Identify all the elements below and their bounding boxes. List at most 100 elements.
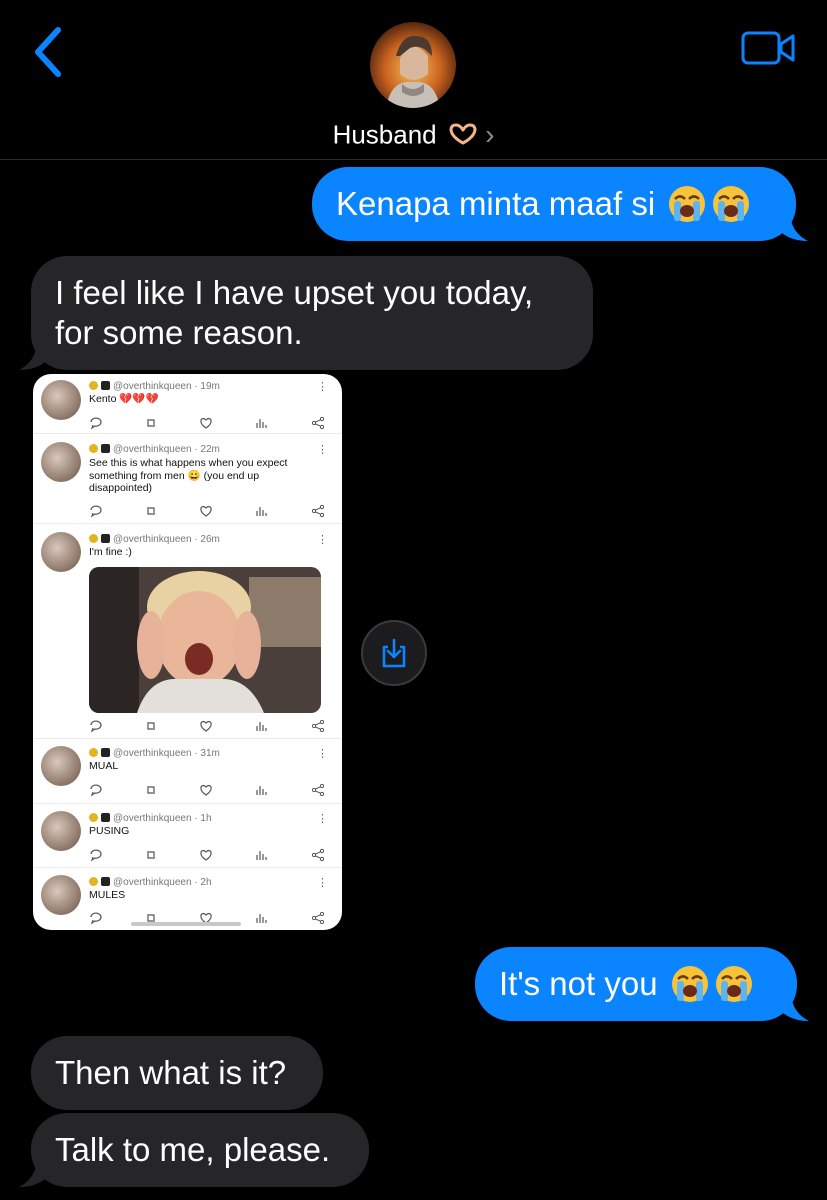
reply-icon bbox=[89, 416, 103, 430]
like-icon bbox=[199, 848, 213, 862]
tweet-time: · 31m bbox=[194, 748, 220, 759]
lock-icon bbox=[101, 748, 110, 757]
tweet-handle: @overthinkqueen bbox=[113, 813, 192, 824]
like-icon bbox=[199, 504, 213, 518]
tweet-time: · 22m bbox=[194, 444, 220, 455]
more-icon: ⋮ bbox=[317, 381, 328, 393]
lock-icon bbox=[101, 534, 110, 543]
chevron-left-icon bbox=[35, 27, 61, 77]
tweet-row: @overthinkqueen · 1h ⋮ PUSING bbox=[33, 805, 342, 868]
tweet-actions bbox=[89, 504, 329, 518]
lock-icon bbox=[101, 813, 110, 822]
message-bubble-received[interactable]: Talk to me, please. bbox=[19, 1113, 369, 1187]
retweet-icon bbox=[144, 719, 158, 733]
views-icon bbox=[254, 504, 268, 518]
sunflower-icon bbox=[89, 748, 98, 757]
tweet-photo bbox=[89, 567, 321, 713]
more-icon: ⋮ bbox=[317, 877, 328, 889]
reply-icon bbox=[89, 911, 103, 925]
home-indicator bbox=[131, 922, 241, 926]
reply-icon bbox=[89, 504, 103, 518]
lock-icon bbox=[101, 877, 110, 886]
tweet-time: · 26m bbox=[194, 534, 220, 545]
heart-hands-icon bbox=[449, 123, 477, 145]
tweet-avatar bbox=[41, 380, 81, 420]
tweet-avatar bbox=[41, 746, 81, 786]
message-text-line-2: for some reason. bbox=[55, 314, 303, 351]
download-icon bbox=[382, 638, 406, 668]
contact-avatar[interactable] bbox=[370, 22, 456, 108]
reply-icon bbox=[89, 848, 103, 862]
share-icon bbox=[311, 783, 325, 797]
share-icon bbox=[311, 719, 325, 733]
tweet-avatar bbox=[41, 875, 81, 915]
tweet-time: · 19m bbox=[194, 381, 220, 392]
tweet-row: @overthinkqueen · 22m ⋮ See this is what… bbox=[33, 435, 342, 524]
save-image-button[interactable] bbox=[361, 620, 427, 686]
bubble-tail bbox=[782, 215, 808, 241]
back-button[interactable] bbox=[28, 24, 68, 80]
views-icon bbox=[254, 719, 268, 733]
tweet-row: @overthinkqueen · 31m ⋮ MUAL bbox=[33, 740, 342, 804]
share-icon bbox=[311, 416, 325, 430]
more-icon: ⋮ bbox=[317, 444, 328, 456]
retweet-icon bbox=[144, 848, 158, 862]
lock-icon bbox=[101, 381, 110, 390]
share-icon bbox=[311, 848, 325, 862]
tweet-actions bbox=[89, 416, 329, 430]
message-text: Kenapa minta maaf si bbox=[336, 185, 656, 222]
share-icon bbox=[311, 911, 325, 925]
message-bubble-received[interactable]: I feel like I have upset you today, for … bbox=[19, 256, 593, 370]
loudly-crying-face-icon bbox=[669, 186, 706, 222]
tweet-row: @overthinkqueen · 19m ⋮ Kento 💔💔💔 bbox=[33, 374, 342, 434]
message-bubble-sent[interactable]: Kenapa minta maaf si bbox=[312, 167, 808, 241]
tweet-handle: @overthinkqueen bbox=[113, 444, 192, 455]
loudly-crying-face-icon bbox=[713, 186, 750, 222]
bubble-tail bbox=[783, 995, 809, 1021]
tweet-handle: @overthinkqueen bbox=[113, 748, 192, 759]
tweet-text: PUSING bbox=[89, 825, 130, 837]
tweet-actions bbox=[89, 848, 329, 862]
tweet-handle: @overthinkqueen bbox=[113, 877, 192, 888]
tweet-handle: @overthinkqueen bbox=[113, 534, 192, 545]
like-icon bbox=[199, 416, 213, 430]
retweet-icon bbox=[144, 416, 158, 430]
more-icon: ⋮ bbox=[317, 534, 328, 546]
sunflower-icon bbox=[89, 444, 98, 453]
tweet-text: MUAL bbox=[89, 760, 119, 772]
message-text: Talk to me, please. bbox=[55, 1131, 331, 1168]
tweet-actions bbox=[89, 783, 329, 797]
contact-name-row[interactable]: Husband › bbox=[0, 118, 827, 151]
tweet-text: I'm fine :) bbox=[89, 546, 132, 558]
tweet-row: @overthinkqueen · 2h ⋮ MULES bbox=[33, 869, 342, 930]
video-camera-icon bbox=[741, 31, 795, 65]
bubble-tail bbox=[19, 344, 45, 370]
loudly-crying-face-icon bbox=[671, 966, 708, 1002]
tweet-avatar bbox=[41, 811, 81, 851]
more-icon: ⋮ bbox=[317, 813, 328, 825]
tweet-handle: @overthinkqueen bbox=[113, 381, 192, 392]
message-bubble-received[interactable]: Then what is it? bbox=[31, 1036, 323, 1110]
views-icon bbox=[254, 911, 268, 925]
retweet-icon bbox=[144, 783, 158, 797]
sunflower-icon bbox=[89, 534, 98, 543]
reply-icon bbox=[89, 783, 103, 797]
sunflower-icon bbox=[89, 877, 98, 886]
reply-icon bbox=[89, 719, 103, 733]
tweet-time: · 2h bbox=[194, 877, 212, 888]
contact-name: Husband bbox=[332, 119, 437, 150]
sunflower-icon bbox=[89, 381, 98, 390]
video-call-button[interactable] bbox=[741, 30, 797, 66]
message-bubble-sent[interactable]: It's not you bbox=[475, 947, 809, 1021]
message-text: Then what is it? bbox=[55, 1054, 287, 1091]
views-icon bbox=[254, 416, 268, 430]
lock-icon bbox=[101, 444, 110, 453]
image-attachment[interactable]: @overthinkqueen · 19m ⋮ Kento 💔💔💔 @overt… bbox=[33, 374, 342, 930]
loudly-crying-face-icon bbox=[715, 966, 752, 1002]
message-text-line-1: I feel like I have upset you today, bbox=[55, 274, 534, 311]
tweet-avatar bbox=[41, 532, 81, 572]
header-divider bbox=[0, 159, 827, 160]
tweet-row: @overthinkqueen · 26m ⋮ I'm fine :) bbox=[33, 525, 342, 739]
tweet-actions bbox=[89, 719, 329, 733]
tweet-avatar bbox=[41, 442, 81, 482]
